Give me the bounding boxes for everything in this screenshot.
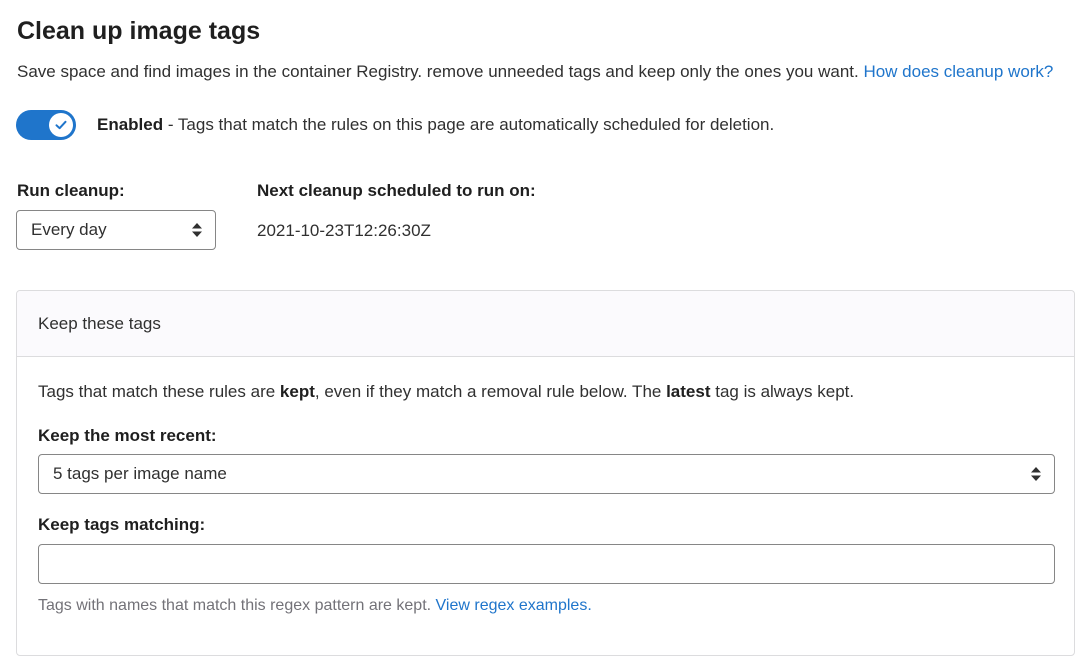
regex-help-description: Tags with names that match this regex pa… xyxy=(38,597,432,614)
enable-toggle-row: Enabled - Tags that match the rules on t… xyxy=(16,110,774,140)
keep-most-recent-label: Keep the most recent: xyxy=(38,426,217,445)
run-cleanup-selected-value: Every day xyxy=(31,220,107,239)
cleanup-settings-page: Clean up image tags Save space and find … xyxy=(0,0,1085,667)
desc-latest: latest xyxy=(666,382,711,401)
keep-most-recent-select[interactable]: 5 tags per image name xyxy=(38,454,1055,494)
desc-part-3: tag is always kept. xyxy=(710,382,855,401)
next-cleanup-value: 2021-10-23T12:26:30Z xyxy=(257,221,431,240)
keep-tags-card: Keep these tags Tags that match these ru… xyxy=(16,290,1075,656)
how-cleanup-works-link[interactable]: How does cleanup work? xyxy=(863,62,1053,81)
sort-caret-icon xyxy=(1030,465,1042,483)
keep-tags-matching-input[interactable] xyxy=(38,544,1055,584)
run-cleanup-label: Run cleanup: xyxy=(17,181,125,200)
toggle-description: - Tags that match the rules on this page… xyxy=(163,115,775,134)
toggle-state-label: Enabled xyxy=(97,115,164,134)
page-description: Save space and find images in the contai… xyxy=(17,61,1053,83)
keep-tags-matching-label: Keep tags matching: xyxy=(38,515,206,534)
desc-part-2: , even if they match a removal rule belo… xyxy=(314,382,667,401)
run-cleanup-select[interactable]: Every day xyxy=(16,210,216,250)
enabled-toggle[interactable] xyxy=(16,110,76,140)
next-cleanup-label: Next cleanup scheduled to run on: xyxy=(257,181,536,200)
view-regex-examples-link[interactable]: View regex examples. xyxy=(436,597,592,614)
check-icon xyxy=(55,120,67,130)
keep-most-recent-selected-value: 5 tags per image name xyxy=(53,464,227,483)
toggle-label: Enabled - Tags that match the rules on t… xyxy=(97,114,774,136)
regex-help-text: Tags with names that match this regex pa… xyxy=(38,595,592,617)
desc-kept: kept xyxy=(279,382,315,401)
toggle-knob xyxy=(49,113,73,137)
page-title: Clean up image tags xyxy=(17,17,261,45)
keep-tags-card-header: Keep these tags xyxy=(17,291,1074,357)
intro-text: Save space and find images in the contai… xyxy=(17,62,859,81)
sort-caret-icon xyxy=(191,221,203,239)
desc-part-1: Tags that match these rules are xyxy=(38,382,280,401)
keep-tags-description: Tags that match these rules are kept, ev… xyxy=(38,381,854,403)
